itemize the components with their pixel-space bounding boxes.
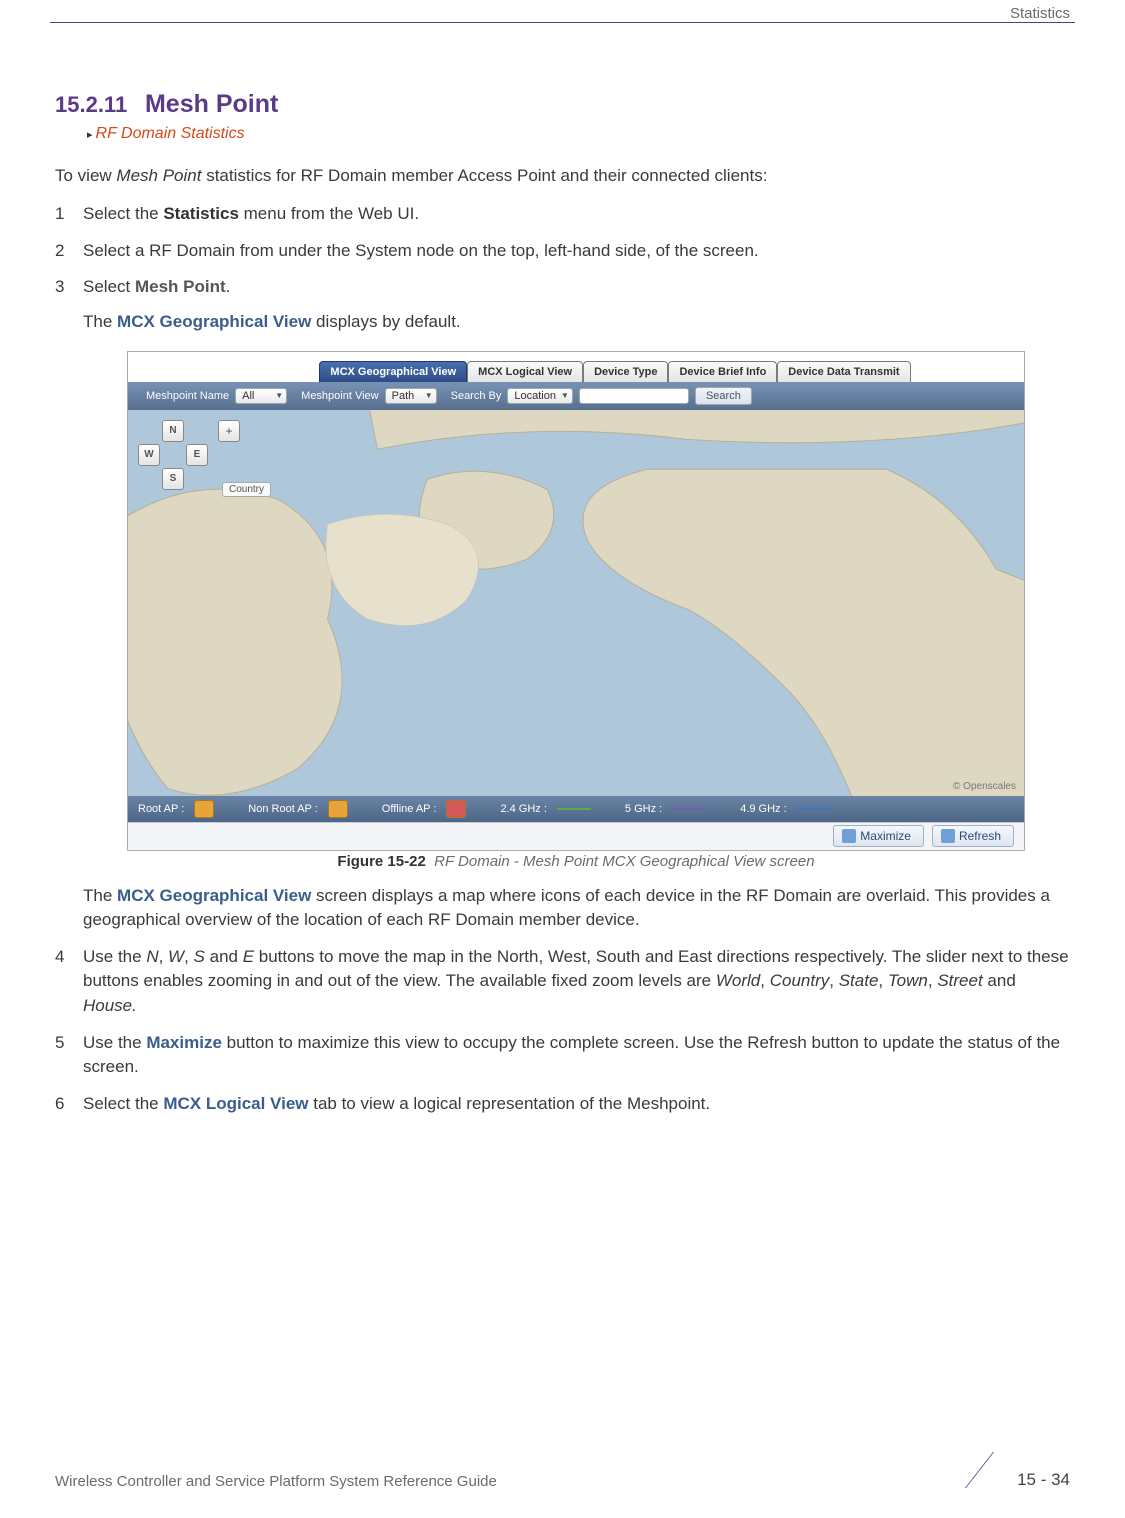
meshpoint-name-dropdown[interactable]: All [235, 388, 287, 404]
maximize-icon [842, 829, 856, 843]
figure-button-bar: Maximize Refresh [128, 822, 1024, 850]
zoom-level-label[interactable]: Country [222, 482, 271, 497]
legend-offline-ap-label: Offline AP : [382, 803, 437, 815]
step: 3Select Mesh Point. [55, 275, 1070, 300]
post-steps: The MCX Geographical View screen display… [55, 884, 1070, 1117]
search-input[interactable] [579, 388, 689, 404]
tab-mcx-geographical-view[interactable]: MCX Geographical View [319, 361, 467, 382]
line-24ghz-icon [557, 808, 591, 810]
substep: The MCX Geographical View screen display… [83, 884, 1070, 933]
line-5ghz-icon [672, 808, 706, 810]
pan-west-button[interactable]: W [138, 444, 160, 466]
map-area[interactable]: N W E S + Country © Openscales [128, 410, 1024, 796]
legend-49ghz-label: 4.9 GHz : [740, 803, 786, 815]
line-49ghz-icon [797, 808, 831, 810]
maximize-button[interactable]: Maximize [833, 825, 924, 847]
pan-east-button[interactable]: E [186, 444, 208, 466]
substep: The MCX Geographical View displays by de… [83, 310, 1070, 335]
header-section: Statistics [1010, 5, 1070, 22]
steps-list: 1Select the Statistics menu from the Web… [55, 202, 1070, 335]
root-ap-icon [194, 800, 214, 818]
legend-24ghz-label: 2.4 GHz : [500, 803, 546, 815]
tabs-row: MCX Geographical ViewMCX Logical ViewDev… [128, 352, 1024, 382]
offline-ap-icon [446, 800, 466, 818]
step: 5Use the Maximize button to maximize thi… [55, 1031, 1070, 1080]
searchby-label: Search By [451, 390, 502, 402]
pan-south-button[interactable]: S [162, 468, 184, 490]
step: 1Select the Statistics menu from the Web… [55, 202, 1070, 227]
page-number: 15 - 34 [1017, 1470, 1070, 1490]
header-rule [50, 22, 1075, 23]
breadcrumb[interactable]: RF Domain Statistics [87, 125, 1070, 143]
map-nav-controls: N W E S + [138, 420, 240, 490]
section-number: 15.2.11 [55, 92, 127, 117]
zoom-in-button[interactable]: + [218, 420, 240, 442]
section-title: Mesh Point [145, 90, 278, 118]
figure-caption: Figure 15-22 RF Domain - Mesh Point MCX … [127, 853, 1025, 870]
legend-nonroot-ap-label: Non Root AP : [248, 803, 318, 815]
footer-title: Wireless Controller and Service Platform… [55, 1473, 497, 1490]
legend-root-ap-label: Root AP : [138, 803, 184, 815]
tab-mcx-logical-view[interactable]: MCX Logical View [467, 361, 583, 382]
meshpoint-view-label: Meshpoint View [301, 390, 378, 402]
searchby-dropdown[interactable]: Location [507, 388, 573, 404]
figure-screenshot: MCX Geographical ViewMCX Logical ViewDev… [127, 351, 1025, 851]
legend-bar: Root AP : Non Root AP : Offline AP : 2.4… [128, 796, 1024, 822]
step: 2Select a RF Domain from under the Syste… [55, 239, 1070, 264]
section-heading: 15.2.11 Mesh Point [55, 90, 1070, 119]
step: 4Use the N, W, S and E buttons to move t… [55, 945, 1070, 1019]
search-button[interactable]: Search [695, 387, 752, 405]
tab-device-brief-info[interactable]: Device Brief Info [668, 361, 777, 382]
refresh-icon [941, 829, 955, 843]
tab-device-type[interactable]: Device Type [583, 361, 668, 382]
meshpoint-name-label: Meshpoint Name [146, 390, 229, 402]
toolbar: Meshpoint Name All Meshpoint View Path S… [128, 382, 1024, 410]
meshpoint-view-dropdown[interactable]: Path [385, 388, 437, 404]
tab-device-data-transmit[interactable]: Device Data Transmit [777, 361, 910, 382]
refresh-button[interactable]: Refresh [932, 825, 1014, 847]
page-footer: Wireless Controller and Service Platform… [55, 1452, 1070, 1490]
step: 6Select the MCX Logical View tab to view… [55, 1092, 1070, 1117]
nonroot-ap-icon [328, 800, 348, 818]
pan-north-button[interactable]: N [162, 420, 184, 442]
map-attribution: © Openscales [953, 781, 1016, 792]
intro-text: To view Mesh Point statistics for RF Dom… [55, 165, 1070, 188]
legend-5ghz-label: 5 GHz : [625, 803, 662, 815]
